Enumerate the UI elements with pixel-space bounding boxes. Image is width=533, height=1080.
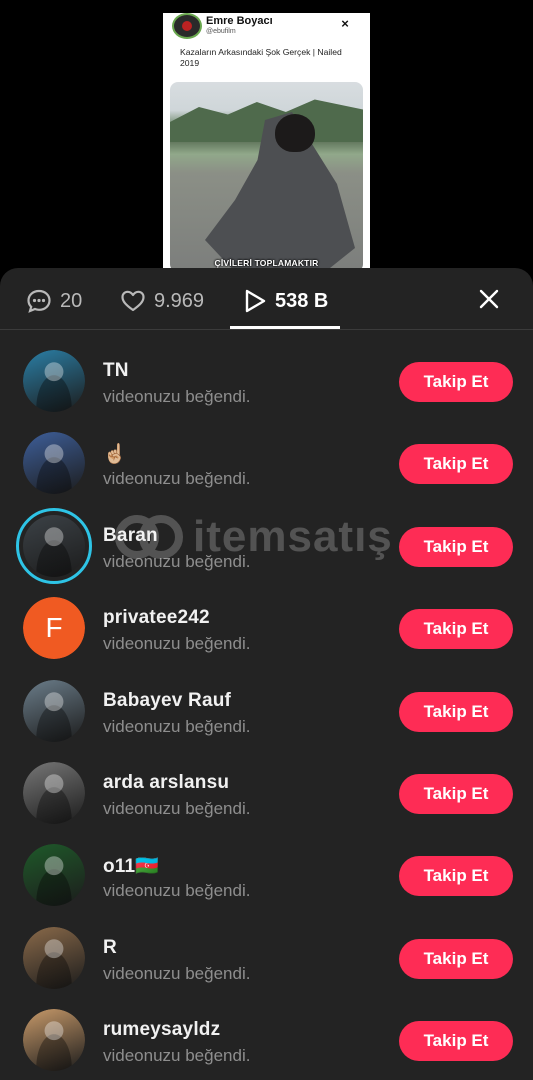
list-item[interactable]: Baran videonuzu beğendi. Takip Et: [0, 497, 533, 584]
activity-sheet: 20 9.969 538 B TN videonuzu beğendi. Takip…: [0, 268, 533, 1080]
list-item[interactable]: rumeysayldz videonuzu beğendi. Takip Et: [0, 991, 533, 1073]
avatar-photo: [23, 761, 85, 824]
avatar[interactable]: F: [23, 597, 85, 660]
follow-button[interactable]: Takip Et: [399, 856, 513, 897]
activity-text: videonuzu beğendi.: [103, 963, 251, 983]
avatar[interactable]: [23, 679, 85, 742]
activity-text: videonuzu beğendi.: [103, 469, 251, 489]
viewer-list: TN videonuzu beğendi. Takip Et ☝🏼 videonuzu …: [0, 332, 533, 1074]
tab-likes[interactable]: 9.969: [120, 287, 204, 315]
username[interactable]: R: [103, 937, 117, 959]
username[interactable]: Baran: [103, 525, 158, 547]
avatar-photo: [23, 926, 85, 989]
follow-button[interactable]: Takip Et: [399, 691, 513, 732]
follow-button[interactable]: Takip Et: [399, 938, 513, 979]
video-preview-card: Emre Boyacı @ebufilm × Kazaların Arkasın…: [163, 13, 370, 269]
list-item[interactable]: ☝🏼 videonuzu beğendi. Takip Et: [0, 414, 533, 496]
follow-button[interactable]: Takip Et: [399, 362, 513, 402]
avatar[interactable]: [23, 761, 85, 824]
likes-count: 9.969: [154, 289, 205, 312]
activity-text: videonuzu beğendi.: [103, 716, 251, 736]
play-icon: [245, 289, 266, 313]
list-item[interactable]: o11🇦🇿 videonuzu beğendi. Takip Et: [0, 826, 533, 908]
video-subtitle: ÇİVİLERİ TOPLAMAKTIR: [214, 258, 319, 268]
list-item[interactable]: TN videonuzu beğendi. Takip Et: [0, 332, 533, 414]
avatar-photo: [23, 844, 85, 907]
avatar[interactable]: [23, 432, 85, 495]
username[interactable]: o11🇦🇿: [103, 854, 159, 878]
avatar-photo: [23, 432, 85, 495]
avatar-letter: F: [23, 597, 85, 660]
list-item[interactable]: Fprivatee242 videonuzu beğendi. Takip Et: [0, 579, 533, 661]
avatar-photo: [23, 1009, 85, 1072]
close-icon[interactable]: [476, 286, 502, 312]
follow-button[interactable]: Takip Et: [399, 609, 513, 650]
video-caption: Kazaların Arkasındaki Şok Gerçek | Naile…: [180, 47, 342, 68]
views-count: 538 B: [275, 289, 329, 312]
username[interactable]: rumeysayldz: [103, 1019, 220, 1041]
active-tab-indicator: [230, 326, 340, 329]
username[interactable]: ☝🏼: [103, 442, 127, 466]
avatar[interactable]: [23, 350, 85, 412]
activity-text: videonuzu beğendi.: [103, 1046, 251, 1066]
comment-bubble-icon: [27, 289, 51, 313]
list-item[interactable]: arda arslansu videonuzu beğendi. Takip Et: [0, 744, 533, 826]
video-person-head: [275, 114, 315, 152]
avatar[interactable]: [23, 926, 85, 989]
list-item[interactable]: Rvideonuzu beğendi. Takip Et: [0, 909, 533, 991]
avatar-photo: [23, 514, 85, 577]
video-thumbnail[interactable]: ÇİVİLERİ TOPLAMAKTIR: [170, 82, 363, 269]
follow-button[interactable]: Takip Et: [399, 773, 513, 814]
tab-comments[interactable]: 20: [26, 287, 82, 315]
avatar[interactable]: [23, 1009, 85, 1072]
follow-button[interactable]: Takip Et: [399, 1021, 513, 1062]
activity-text: videonuzu beğendi.: [103, 551, 251, 571]
username[interactable]: arda arslansu: [103, 772, 229, 794]
username[interactable]: TN: [103, 360, 129, 382]
activity-text: videonuzu beğendi.: [103, 387, 251, 406]
activity-text: videonuzu beğendi.: [103, 634, 251, 654]
author-name: Emre Boyacı: [206, 15, 273, 27]
username[interactable]: privatee242: [103, 607, 210, 629]
avatar-photo: [23, 679, 85, 742]
avatar-photo: [23, 350, 85, 412]
avatar[interactable]: [23, 844, 85, 907]
avatar[interactable]: [16, 507, 92, 584]
tab-views[interactable]: 538 B: [243, 287, 328, 315]
comments-count: 20: [60, 289, 83, 312]
author-avatar: [172, 13, 202, 39]
stats-tabs: 20 9.969 538 B: [0, 268, 533, 330]
heart-icon: [121, 290, 145, 312]
list-item[interactable]: Babayev Rauf videonuzu beğendi. Takip Et: [0, 662, 533, 744]
preview-close-icon[interactable]: ×: [339, 17, 351, 30]
activity-text: videonuzu beğendi.: [103, 881, 251, 901]
follow-button[interactable]: Takip Et: [399, 444, 513, 485]
username[interactable]: Babayev Rauf: [103, 690, 231, 712]
activity-text: videonuzu beğendi.: [103, 798, 251, 818]
follow-button[interactable]: Takip Et: [399, 526, 513, 567]
author-handle: @ebufilm: [206, 28, 236, 35]
